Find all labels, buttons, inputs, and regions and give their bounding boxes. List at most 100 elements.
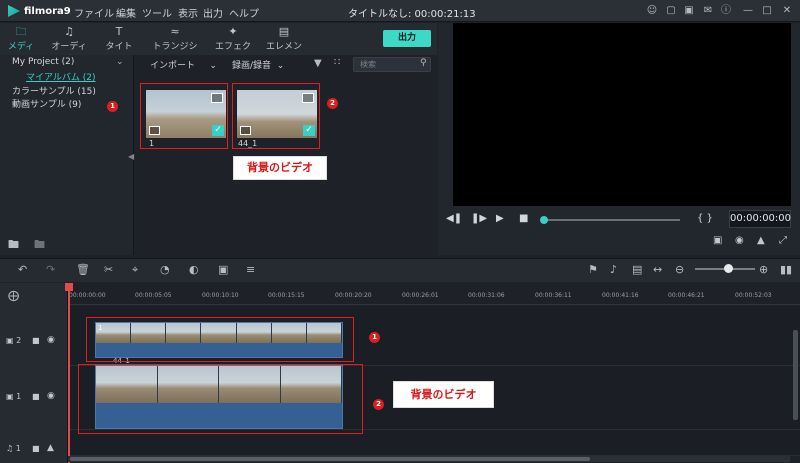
eye-icon[interactable]: ◉ bbox=[47, 335, 55, 345]
audio-mixer-icon[interactable]: ▤ bbox=[632, 263, 642, 276]
menu-help[interactable]: ヘルプ bbox=[229, 5, 259, 20]
media-thumb-2[interactable]: ✓ bbox=[237, 90, 317, 138]
mail-icon[interactable]: ✉ bbox=[701, 4, 715, 18]
callout-label-background-video-timeline: 背景のビデオ bbox=[393, 381, 494, 408]
lock-icon[interactable]: ■ bbox=[32, 444, 40, 453]
library-item-my-project[interactable]: My Project (2) bbox=[12, 57, 74, 67]
redo-icon[interactable]: ↷ bbox=[46, 263, 55, 276]
menu-edit[interactable]: 編集 bbox=[116, 5, 136, 20]
color-icon[interactable]: ◐ bbox=[189, 263, 199, 276]
callout-label-background-video: 背景のビデオ bbox=[233, 156, 327, 180]
track-label-audio-1: ♫ 1 bbox=[6, 444, 21, 453]
play-pause-icon[interactable]: ❚▶ bbox=[471, 213, 487, 224]
save-icon[interactable]: ▣ bbox=[682, 4, 696, 18]
film-strip-icon: ▣ bbox=[6, 392, 14, 401]
volume-icon[interactable]: ▲ bbox=[757, 235, 765, 246]
cut-icon[interactable]: ✂ bbox=[104, 263, 113, 276]
playhead-handle[interactable] bbox=[65, 283, 73, 291]
film-strip-icon: ▣ bbox=[6, 336, 14, 345]
import-dropdown[interactable]: インポート ⌄ bbox=[150, 58, 217, 71]
app-logo: filmora9 bbox=[8, 4, 71, 18]
adjust-icon[interactable]: ≡ bbox=[246, 263, 255, 276]
music-note-icon: ♫ bbox=[64, 25, 74, 38]
eye-icon[interactable]: ◉ bbox=[47, 391, 55, 401]
record-dropdown[interactable]: 録画/録音 ⌄ bbox=[232, 58, 284, 71]
minimize-icon[interactable]: — bbox=[741, 4, 755, 18]
menu-view[interactable]: 表示 bbox=[178, 5, 198, 20]
tab-title[interactable]: Tタイトル bbox=[102, 25, 136, 65]
play-icon[interactable]: ▶ bbox=[496, 213, 504, 224]
library-item-color-samples[interactable]: カラーサンプル (15) bbox=[12, 84, 96, 97]
playhead[interactable] bbox=[68, 283, 70, 463]
media-thumb-image: ✓ bbox=[237, 90, 317, 138]
element-icon: ▤ bbox=[278, 25, 290, 38]
delete-icon[interactable]: 🗑 bbox=[76, 263, 90, 276]
filmora-logo-icon bbox=[8, 5, 20, 17]
library-item-my-album[interactable]: マイアルバム (2) bbox=[26, 70, 96, 83]
ruler-tick: 00:00:15:15 bbox=[268, 292, 305, 299]
folder-icon: 🗀 bbox=[15, 25, 27, 38]
check-icon: ✓ bbox=[212, 125, 224, 136]
media-thumb-1[interactable]: ✓ bbox=[146, 90, 226, 138]
preview-scrubber-handle[interactable] bbox=[540, 216, 548, 224]
volume-icon[interactable]: ▲ bbox=[47, 443, 54, 453]
cart-icon[interactable]: ▢ bbox=[664, 4, 678, 18]
maximize-icon[interactable]: □ bbox=[760, 4, 774, 18]
mark-in-out-icon[interactable]: { } bbox=[697, 213, 713, 224]
grid-view-icon[interactable]: ∷ bbox=[334, 57, 340, 68]
fullscreen-icon[interactable]: ⤢ bbox=[779, 235, 787, 246]
tab-effect[interactable]: ✦エフェクト bbox=[214, 25, 252, 65]
crop-icon[interactable]: ⌖ bbox=[132, 263, 138, 277]
search-icon[interactable]: ⚲ bbox=[420, 58, 427, 68]
lock-icon[interactable]: ■ bbox=[32, 392, 40, 401]
microphone-icon[interactable]: ♪ bbox=[610, 263, 617, 276]
ruler-tick: 00:00:05:05 bbox=[135, 292, 172, 299]
marker-icon[interactable]: ⚑ bbox=[588, 263, 598, 276]
preview-scrubber[interactable] bbox=[545, 219, 680, 221]
fit-icon[interactable]: ↔ bbox=[653, 263, 662, 276]
add-track-icon[interactable]: ⨁ bbox=[8, 289, 19, 302]
callout-badge-1: 1 bbox=[107, 101, 118, 112]
delete-folder-icon[interactable]: 🖿 bbox=[34, 236, 45, 255]
ruler-tick: 00:00:10:10 bbox=[202, 292, 239, 299]
zoom-slider-handle[interactable] bbox=[724, 264, 733, 273]
preview-screen bbox=[453, 23, 791, 206]
close-icon[interactable]: ✕ bbox=[780, 4, 794, 18]
library-item-video-samples[interactable]: 動画サンプル (9) bbox=[12, 97, 81, 110]
horizontal-scrollbar-thumb[interactable] bbox=[70, 457, 590, 461]
vertical-scrollbar-thumb[interactable] bbox=[793, 330, 798, 420]
lock-icon[interactable]: ■ bbox=[32, 336, 40, 345]
layout-icon[interactable]: ▮▮ bbox=[780, 263, 792, 276]
ruler-tick: 00:00:31:06 bbox=[468, 292, 505, 299]
callout-badge-track-1: 1 bbox=[369, 332, 380, 343]
tab-audio[interactable]: ♫オーディオ bbox=[50, 25, 88, 65]
check-icon: ✓ bbox=[303, 125, 315, 136]
export-button[interactable]: 出力 bbox=[383, 30, 431, 47]
zoom-in-icon[interactable]: ⊕ bbox=[759, 263, 768, 276]
stop-icon[interactable]: ■ bbox=[519, 213, 528, 224]
new-folder-icon[interactable]: 🖿 bbox=[8, 236, 19, 255]
menu-export[interactable]: 出力 bbox=[203, 5, 223, 20]
snapshot-icon[interactable]: ◉ bbox=[735, 235, 744, 246]
speed-icon[interactable]: ◔ bbox=[160, 263, 170, 276]
zoom-out-icon[interactable]: ⊖ bbox=[675, 263, 684, 276]
account-icon[interactable]: ☺ bbox=[645, 4, 659, 18]
preview-timecode: 00:00:00:00 bbox=[729, 210, 791, 228]
render-preview-icon[interactable]: ▣ bbox=[713, 235, 722, 246]
menu-file[interactable]: ファイル bbox=[74, 5, 114, 20]
music-note-icon: ♫ bbox=[6, 444, 14, 453]
track-label-video-2: ▣ 2 bbox=[6, 336, 21, 345]
tab-transition[interactable]: ≈トランジション bbox=[150, 25, 200, 65]
info-icon[interactable]: ⓘ bbox=[719, 4, 733, 18]
filter-icon[interactable]: ▼ bbox=[314, 58, 322, 69]
tab-element[interactable]: ▤エレメント bbox=[264, 25, 304, 65]
skip-back-icon[interactable]: ◀❚ bbox=[446, 213, 462, 224]
undo-icon[interactable]: ↶ bbox=[18, 263, 27, 276]
collapse-panel-icon[interactable]: ◀ bbox=[128, 152, 134, 161]
tab-media[interactable]: 🗀メディア bbox=[4, 25, 38, 65]
chevron-down-icon[interactable]: ⌄ bbox=[116, 57, 124, 67]
green-screen-icon[interactable]: ▣ bbox=[218, 263, 228, 276]
track-header-panel bbox=[0, 283, 68, 463]
ruler-tick: 00:00:52:03 bbox=[735, 292, 772, 299]
menu-tools[interactable]: ツール bbox=[142, 5, 172, 20]
